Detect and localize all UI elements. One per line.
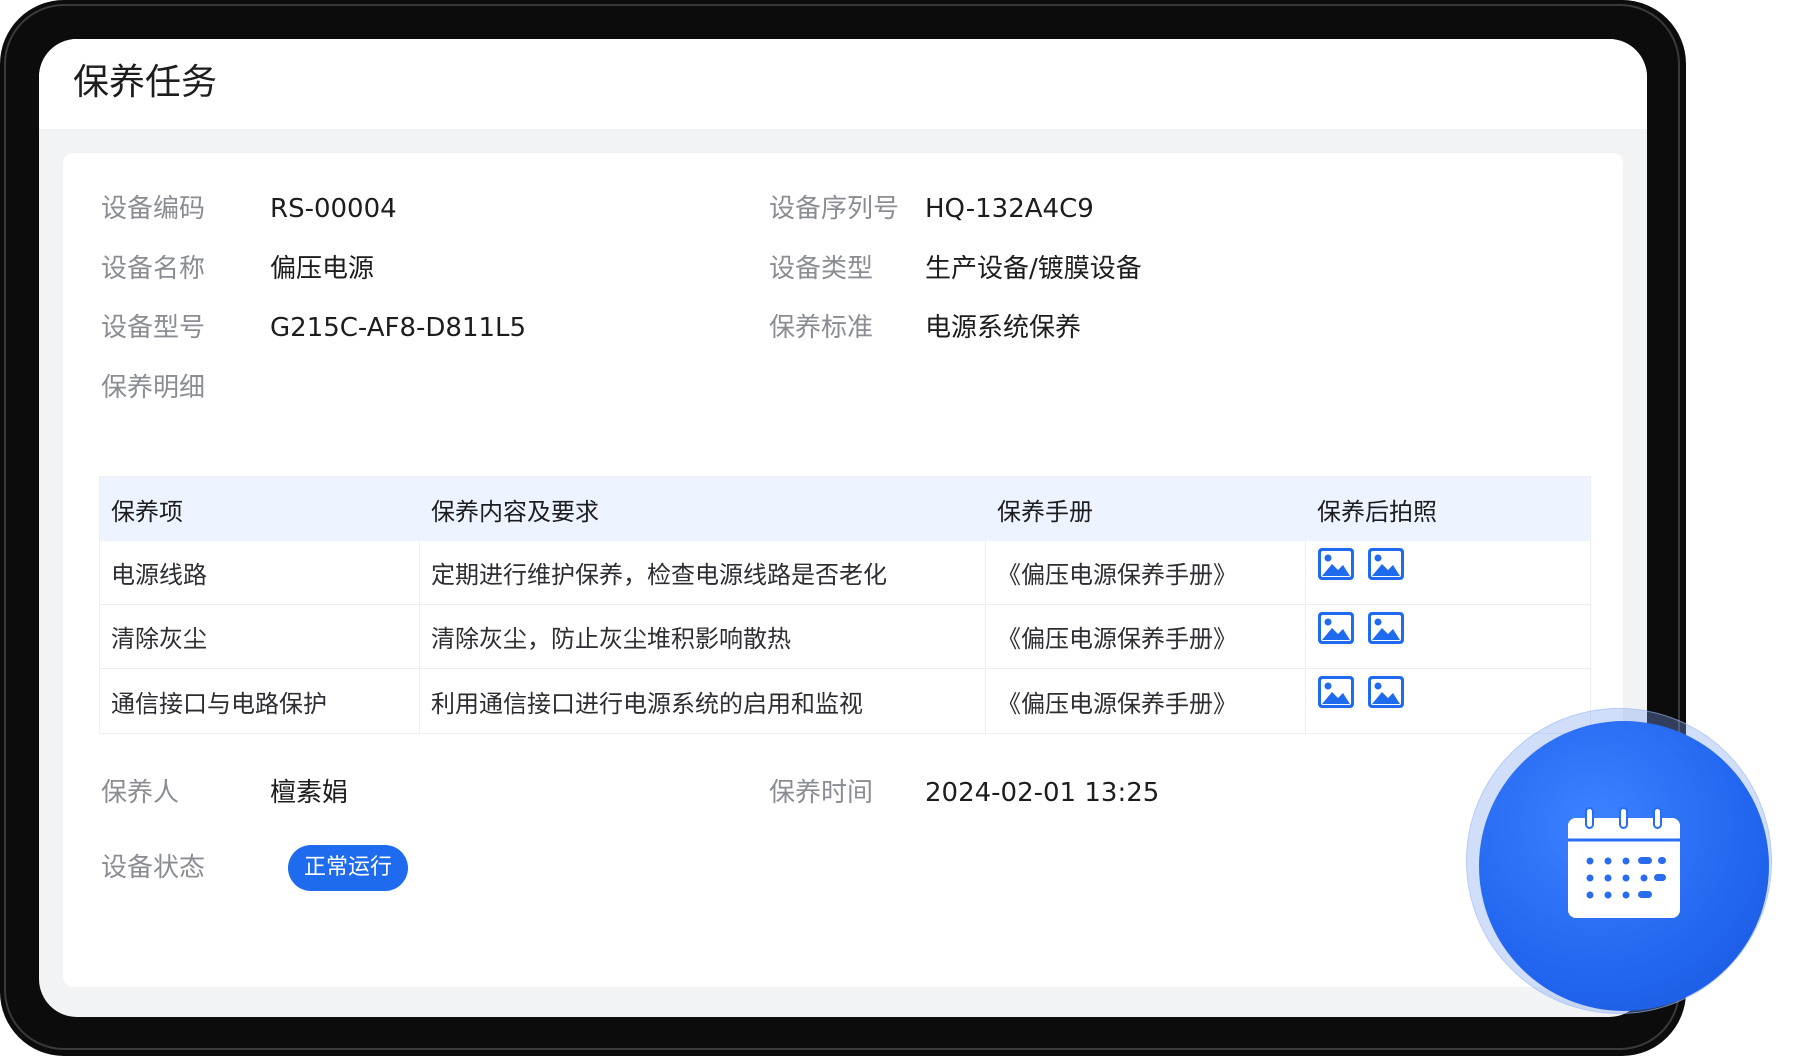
row-manual-link[interactable]: 《偏压电源保养手册》 [986, 669, 1306, 733]
maintainer-value: 檀素娟 [270, 778, 349, 808]
row-content: 定期进行维护保养，检查电源线路是否老化 [420, 541, 986, 604]
image-icon[interactable] [1367, 547, 1405, 581]
tablet-frame: 保养任务 设备编码 RS-00004 设备序列号 HQ-132A4C9 设备名称… [0, 0, 1686, 1056]
device-name-value: 偏压电源 [270, 254, 375, 284]
row-manual-link[interactable]: 《偏压电源保养手册》 [986, 541, 1306, 604]
image-icon[interactable] [1367, 611, 1405, 645]
serial-value: HQ-132A4C9 [925, 194, 1094, 224]
device-code-label: 设备编码 [101, 194, 206, 224]
model-label: 设备型号 [101, 313, 206, 343]
table-header-row: 保养项 保养内容及要求 保养手册 保养后拍照 [100, 477, 1590, 541]
standard-value: 电源系统保养 [925, 313, 1082, 343]
app-screen: 保养任务 设备编码 RS-00004 设备序列号 HQ-132A4C9 设备名称… [39, 39, 1647, 1017]
table-row: 通信接口与电路保护 利用通信接口进行电源系统的启用和监视 《偏压电源保养手册》 [100, 669, 1590, 733]
row-item: 清除灰尘 [100, 605, 420, 668]
image-icon[interactable] [1367, 675, 1405, 709]
page-title: 保养任务 [73, 62, 218, 103]
row-item: 通信接口与电路保护 [100, 669, 420, 733]
table-header-manual: 保养手册 [997, 497, 1093, 526]
maintenance-table: 保养项 保养内容及要求 保养手册 保养后拍照 电源线路 定期进行维护保养，检查电… [99, 476, 1591, 734]
model-value: G215C-AF8-D811L5 [270, 313, 527, 343]
maintainer-label: 保养人 [101, 778, 180, 808]
row-photos [1306, 669, 1590, 733]
calendar-button[interactable] [1479, 721, 1769, 1011]
status-badge: 正常运行 [288, 845, 409, 891]
row-photos [1306, 605, 1590, 668]
table-header-item: 保养项 [111, 497, 183, 526]
time-label: 保养时间 [769, 778, 874, 808]
details-label: 保养明细 [101, 373, 206, 403]
device-type-label: 设备类型 [769, 254, 874, 284]
table-row: 清除灰尘 清除灰尘，防止灰尘堆积影响散热 《偏压电源保养手册》 [100, 605, 1590, 669]
row-item: 电源线路 [100, 541, 420, 604]
table-header-content: 保养内容及要求 [431, 497, 599, 526]
calendar-icon [1564, 806, 1684, 926]
page-header: 保养任务 [39, 39, 1647, 129]
row-content: 清除灰尘，防止灰尘堆积影响散热 [420, 605, 986, 668]
device-code-value: RS-00004 [270, 194, 397, 224]
device-type-value: 生产设备/镀膜设备 [925, 254, 1142, 284]
standard-label: 保养标准 [769, 313, 874, 343]
serial-label: 设备序列号 [769, 194, 900, 224]
status-label: 设备状态 [101, 853, 206, 883]
row-manual-link[interactable]: 《偏压电源保养手册》 [986, 605, 1306, 668]
image-icon[interactable] [1317, 675, 1355, 709]
table-header-photos: 保养后拍照 [1317, 497, 1437, 526]
image-icon[interactable] [1317, 611, 1355, 645]
table-row: 电源线路 定期进行维护保养，检查电源线路是否老化 《偏压电源保养手册》 [100, 541, 1590, 605]
row-photos [1306, 541, 1590, 604]
image-icon[interactable] [1317, 547, 1355, 581]
row-content: 利用通信接口进行电源系统的启用和监视 [420, 669, 986, 733]
time-value: 2024-02-01 13:25 [925, 778, 1160, 808]
device-name-label: 设备名称 [101, 254, 206, 284]
